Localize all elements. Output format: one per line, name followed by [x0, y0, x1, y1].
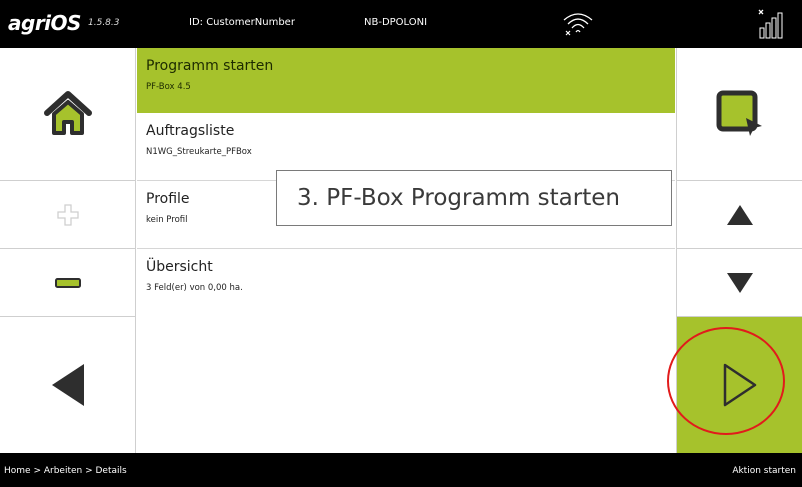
select-button[interactable] — [677, 48, 802, 181]
top-bar: agriOS 1.5.8.3 ID: CustomerNumber NB-DPO… — [0, 0, 802, 48]
menu-item-subtitle: N1WG_Streukarte_PFBox — [146, 147, 252, 157]
arrow-down-icon — [727, 272, 753, 293]
home-icon — [44, 91, 92, 135]
arrow-up-icon — [727, 204, 753, 225]
left-nav — [0, 48, 136, 453]
scroll-down-button[interactable] — [677, 249, 802, 317]
breadcrumb: Home > Arbeiten > Details — [4, 466, 127, 476]
menu-item-title: Übersicht — [146, 259, 213, 275]
menu-item-uebersicht[interactable]: Übersicht 3 Feld(er) von 0,00 ha. — [137, 249, 675, 317]
menu-list: Programm starten PF-Box 4.5 Auftragslist… — [137, 48, 675, 453]
plus-button[interactable] — [0, 181, 136, 249]
menu-item-subtitle: PF-Box 4.5 — [146, 82, 191, 92]
menu-item-title: Programm starten — [146, 58, 274, 74]
start-action-button[interactable] — [677, 317, 802, 453]
plus-icon — [57, 203, 79, 226]
bottom-bar: Home > Arbeiten > Details Aktion starten — [0, 453, 802, 487]
home-button[interactable] — [0, 48, 136, 181]
select-icon — [716, 90, 762, 136]
device-name: NB-DPOLONI — [364, 17, 428, 28]
menu-item-subtitle: 3 Feld(er) von 0,00 ha. — [146, 283, 243, 293]
menu-item-programm-starten[interactable]: Programm starten PF-Box 4.5 — [137, 48, 675, 113]
back-arrow-icon — [52, 364, 84, 406]
back-button[interactable] — [0, 317, 136, 453]
wifi-disconnected-icon — [563, 13, 593, 36]
signal-strength-icon — [758, 9, 783, 39]
app-brand: agriOS — [8, 11, 81, 35]
scroll-up-button[interactable] — [677, 181, 802, 249]
right-nav — [676, 48, 802, 453]
menu-item-title: Auftragsliste — [146, 123, 235, 139]
instruction-callout: 3. PF-Box Programm starten — [276, 170, 672, 226]
app-version: 1.5.8.3 — [88, 18, 120, 28]
minus-icon — [55, 277, 81, 288]
action-status: Aktion starten — [732, 466, 796, 476]
minus-button[interactable] — [0, 249, 136, 317]
customer-id-label: ID: CustomerNumber — [189, 17, 295, 28]
play-icon — [723, 363, 757, 407]
